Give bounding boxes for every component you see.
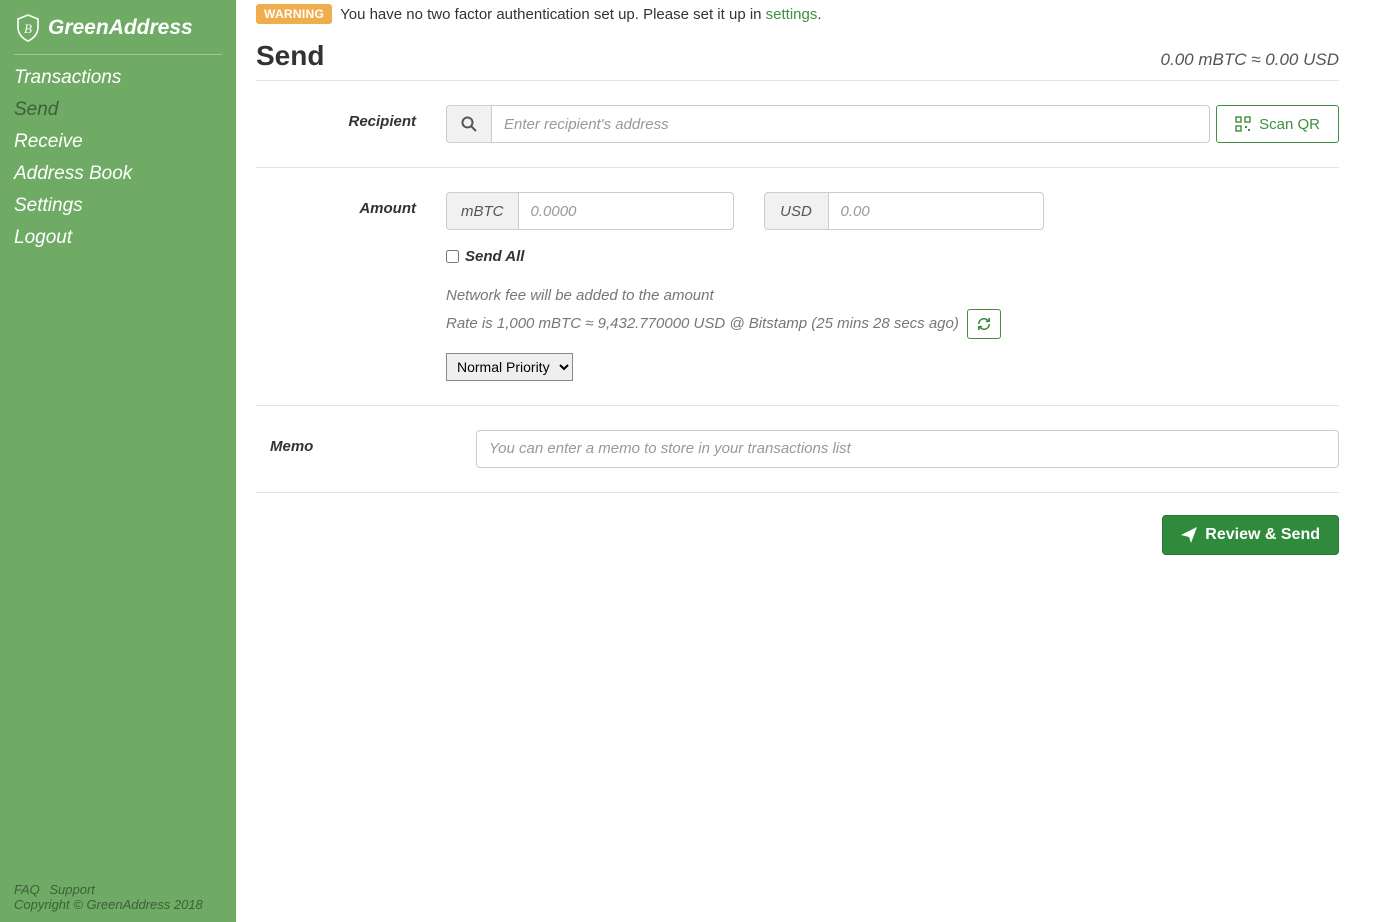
- refresh-rate-button[interactable]: [967, 309, 1001, 339]
- fiat-amount-group: USD: [764, 192, 1044, 230]
- crypto-amount-input[interactable]: [518, 192, 734, 230]
- sidebar-item-logout[interactable]: Logout: [14, 225, 222, 251]
- send-all-row[interactable]: Send All: [446, 248, 1339, 265]
- refresh-icon: [977, 317, 991, 331]
- fee-note: Network fee will be added to the amount: [446, 283, 1339, 309]
- paper-plane-icon: [1181, 527, 1197, 543]
- nav: Transactions Send Receive Address Book S…: [14, 65, 222, 251]
- memo-label: Memo: [256, 430, 316, 455]
- sidebar-footer: FAQ Support Copyright © GreenAddress 201…: [14, 882, 222, 912]
- sidebar: B GreenAddress Transactions Send Receive…: [0, 0, 236, 922]
- scan-qr-button[interactable]: Scan QR: [1216, 105, 1339, 143]
- fiat-amount-input[interactable]: [828, 192, 1044, 230]
- sidebar-item-settings[interactable]: Settings: [14, 193, 222, 219]
- priority-select[interactable]: Normal Priority: [446, 353, 573, 381]
- address-lookup-button[interactable]: [446, 105, 491, 143]
- review-send-label: Review & Send: [1205, 526, 1320, 544]
- recipient-label: Recipient: [256, 105, 416, 130]
- actions: Review & Send: [256, 493, 1339, 555]
- fiat-unit-addon: USD: [764, 192, 828, 230]
- warning-settings-link[interactable]: settings: [766, 6, 818, 23]
- recipient-input[interactable]: [491, 105, 1210, 143]
- page-title: Send: [256, 40, 324, 72]
- scan-qr-label: Scan QR: [1259, 116, 1320, 133]
- sidebar-item-send[interactable]: Send: [14, 97, 222, 123]
- crypto-unit-addon: mBTC: [446, 192, 518, 230]
- warning-badge: WARNING: [256, 4, 332, 24]
- amount-label: Amount: [256, 192, 416, 217]
- brand: B GreenAddress: [14, 10, 222, 55]
- rate-note: Rate is 1,000 mBTC ≈ 9,432.770000 USD @ …: [446, 311, 959, 337]
- sidebar-item-receive[interactable]: Receive: [14, 129, 222, 155]
- send-all-label: Send All: [465, 248, 524, 265]
- brand-text: GreenAddress: [48, 16, 193, 40]
- crypto-amount-group: mBTC: [446, 192, 734, 230]
- warning-bar: WARNING You have no two factor authentic…: [256, 4, 1339, 40]
- main: WARNING You have no two factor authentic…: [236, 0, 1399, 922]
- recipient-section: Recipient Scan QR: [256, 81, 1339, 168]
- sidebar-item-address-book[interactable]: Address Book: [14, 161, 222, 187]
- page-head: Send 0.00 mBTC ≈ 0.00 USD: [256, 40, 1339, 81]
- warning-message: You have no two factor authentication se…: [340, 6, 821, 23]
- balance: 0.00 mBTC ≈ 0.00 USD: [1161, 50, 1339, 70]
- memo-input[interactable]: [476, 430, 1339, 468]
- send-all-checkbox[interactable]: [446, 250, 459, 263]
- faq-link[interactable]: FAQ: [14, 882, 40, 897]
- amount-section: Amount mBTC USD Send All: [256, 168, 1339, 406]
- support-link[interactable]: Support: [49, 882, 95, 897]
- copyright: Copyright © GreenAddress 2018: [14, 897, 222, 912]
- review-send-button[interactable]: Review & Send: [1162, 515, 1339, 555]
- memo-section: Memo: [256, 406, 1339, 493]
- svg-text:B: B: [24, 21, 32, 36]
- shield-bitcoin-icon: B: [16, 14, 40, 42]
- qr-icon: [1235, 116, 1251, 132]
- amount-notes: Network fee will be added to the amount …: [446, 283, 1339, 339]
- search-icon: [461, 116, 477, 132]
- sidebar-item-transactions[interactable]: Transactions: [14, 65, 222, 91]
